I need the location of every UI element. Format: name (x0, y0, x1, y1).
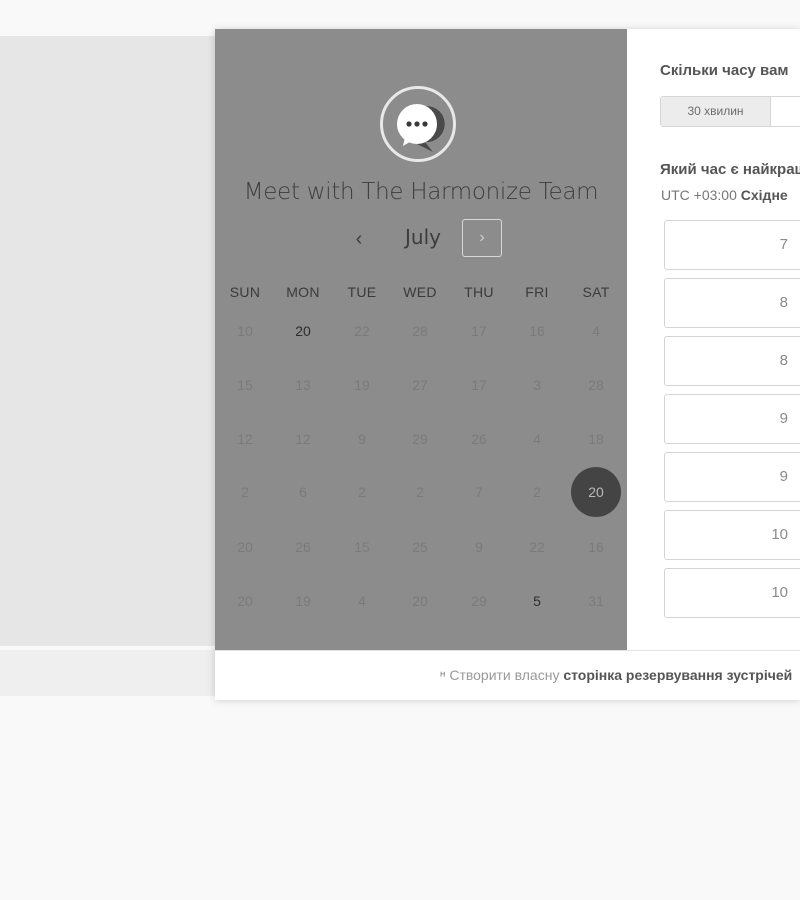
calendar-day: 10 (237, 323, 253, 339)
calendar-day: 20 (237, 593, 253, 609)
calendar-day: 29 (471, 593, 487, 609)
calendar-day[interactable]: 5 (512, 576, 562, 626)
month-navigation: ‹ July › (215, 217, 627, 261)
weekday-header-row: SUN MON TUE WED THU FRI SAT (215, 284, 627, 308)
calendar-day: 18 (588, 431, 604, 447)
timezone-name: Східне (740, 187, 788, 203)
calendar-day: 15 (237, 377, 253, 393)
next-month-button[interactable]: › (462, 219, 502, 257)
calendar-day: 17 (471, 323, 487, 339)
calendar-day: 2 (533, 484, 541, 500)
weekday-label-mon: MON (286, 284, 320, 300)
time-slot-label: 9 (779, 468, 788, 485)
create-booking-page-link[interactable]: ᵸ Створити власну сторінка резервування з… (440, 667, 792, 683)
time-slot-button[interactable]: 8 (664, 278, 800, 328)
weekday-label-fri: FRI (525, 284, 549, 300)
time-slot-button[interactable]: 8 (664, 336, 800, 386)
time-slot-label: 10 (771, 526, 788, 543)
duration-selector: 30 хвилин (660, 96, 800, 127)
selected-day[interactable]: 20 (571, 467, 621, 517)
calendar-day: 17 (471, 377, 487, 393)
booking-panel: Скільки часу вам 30 хвилин Який час є на… (627, 29, 800, 650)
time-slot-label: 7 (779, 236, 788, 253)
calendar-day: 27 (412, 377, 428, 393)
page-background-band-bottom (0, 650, 215, 696)
calendar-day: 25 (412, 539, 428, 555)
calendar-day: 4 (358, 593, 366, 609)
calendar-day: 16 (588, 539, 604, 555)
meeting-title: Meet with The Harmonize Team (243, 179, 599, 205)
calendar-day[interactable]: 20 (278, 306, 328, 356)
calendar-day: 28 (412, 323, 428, 339)
duration-option-30min[interactable]: 30 хвилин (661, 97, 771, 126)
duration-question: Скільки часу вам (660, 62, 789, 79)
calendar-day: 26 (471, 431, 487, 447)
calendar-day: 22 (354, 323, 370, 339)
time-slot-label: 10 (771, 584, 788, 601)
time-slot-button[interactable]: 9 (664, 394, 800, 444)
footer-bold-text: сторінка резервування зустрічей (563, 667, 793, 683)
calendar-day: 16 (529, 323, 545, 339)
previous-month-button[interactable]: ‹ (343, 223, 375, 255)
calendar-day: 6 (299, 484, 307, 500)
weekday-label-thu: THU (464, 284, 494, 300)
calendar-day: 19 (295, 593, 311, 609)
time-slot-button[interactable]: 7 (664, 220, 800, 270)
timezone-selector[interactable]: UTC +03:00 Східне (661, 187, 788, 203)
calendar-day: 20 (237, 539, 253, 555)
calendar-day: 7 (475, 484, 483, 500)
calendar-day: 19 (354, 377, 370, 393)
time-slot-button[interactable]: 10 (664, 510, 800, 560)
calendar-day: 12 (295, 431, 311, 447)
time-slot-button[interactable]: 10 (664, 568, 800, 618)
calendar-day: 2 (416, 484, 424, 500)
meetings-widget: Meet with The Harmonize Team ‹ July › SU… (215, 29, 800, 700)
weekday-label-sat: SAT (582, 284, 610, 300)
time-slot-label: 8 (779, 352, 788, 369)
calendar-day: 4 (592, 323, 600, 339)
timezone-offset: UTC +03:00 (661, 187, 737, 203)
footer-prefix: Створити власну (449, 667, 560, 683)
calendar-day: 22 (529, 539, 545, 555)
calendar-day: 2 (241, 484, 249, 500)
calendar-day: 9 (358, 431, 366, 447)
calendar-day: 15 (354, 539, 370, 555)
calendar-panel: Meet with The Harmonize Team ‹ July › SU… (215, 29, 627, 650)
avatar (380, 86, 456, 162)
calendar-day: 2 (358, 484, 366, 500)
calendar-day: 4 (533, 431, 541, 447)
calendar-day: 9 (475, 539, 483, 555)
chat-bubble-icon (397, 104, 445, 152)
month-label: July (405, 225, 441, 249)
calendar-day: 3 (533, 377, 541, 393)
time-slot-label: 8 (779, 294, 788, 311)
weekday-label-wed: WED (403, 284, 437, 300)
weekday-label-sun: SUN (229, 284, 261, 300)
footer: ᵸ Створити власну сторінка резервування з… (215, 650, 800, 700)
calendar-day: 29 (412, 431, 428, 447)
page-background-band (0, 36, 215, 646)
time-slot-button[interactable]: 9 (664, 452, 800, 502)
calendar-day: 26 (295, 539, 311, 555)
calendar-day: 28 (588, 377, 604, 393)
calendar-day: 20 (412, 593, 428, 609)
calendar-day: 31 (588, 593, 604, 609)
calendar-day: 12 (237, 431, 253, 447)
hubspot-sprocket-icon: ᵸ (440, 667, 446, 683)
calendar-day: 13 (295, 377, 311, 393)
time-slot-label: 9 (779, 410, 788, 427)
weekday-label-tue: TUE (347, 284, 377, 300)
time-question: Який час є найкращ (660, 161, 800, 178)
